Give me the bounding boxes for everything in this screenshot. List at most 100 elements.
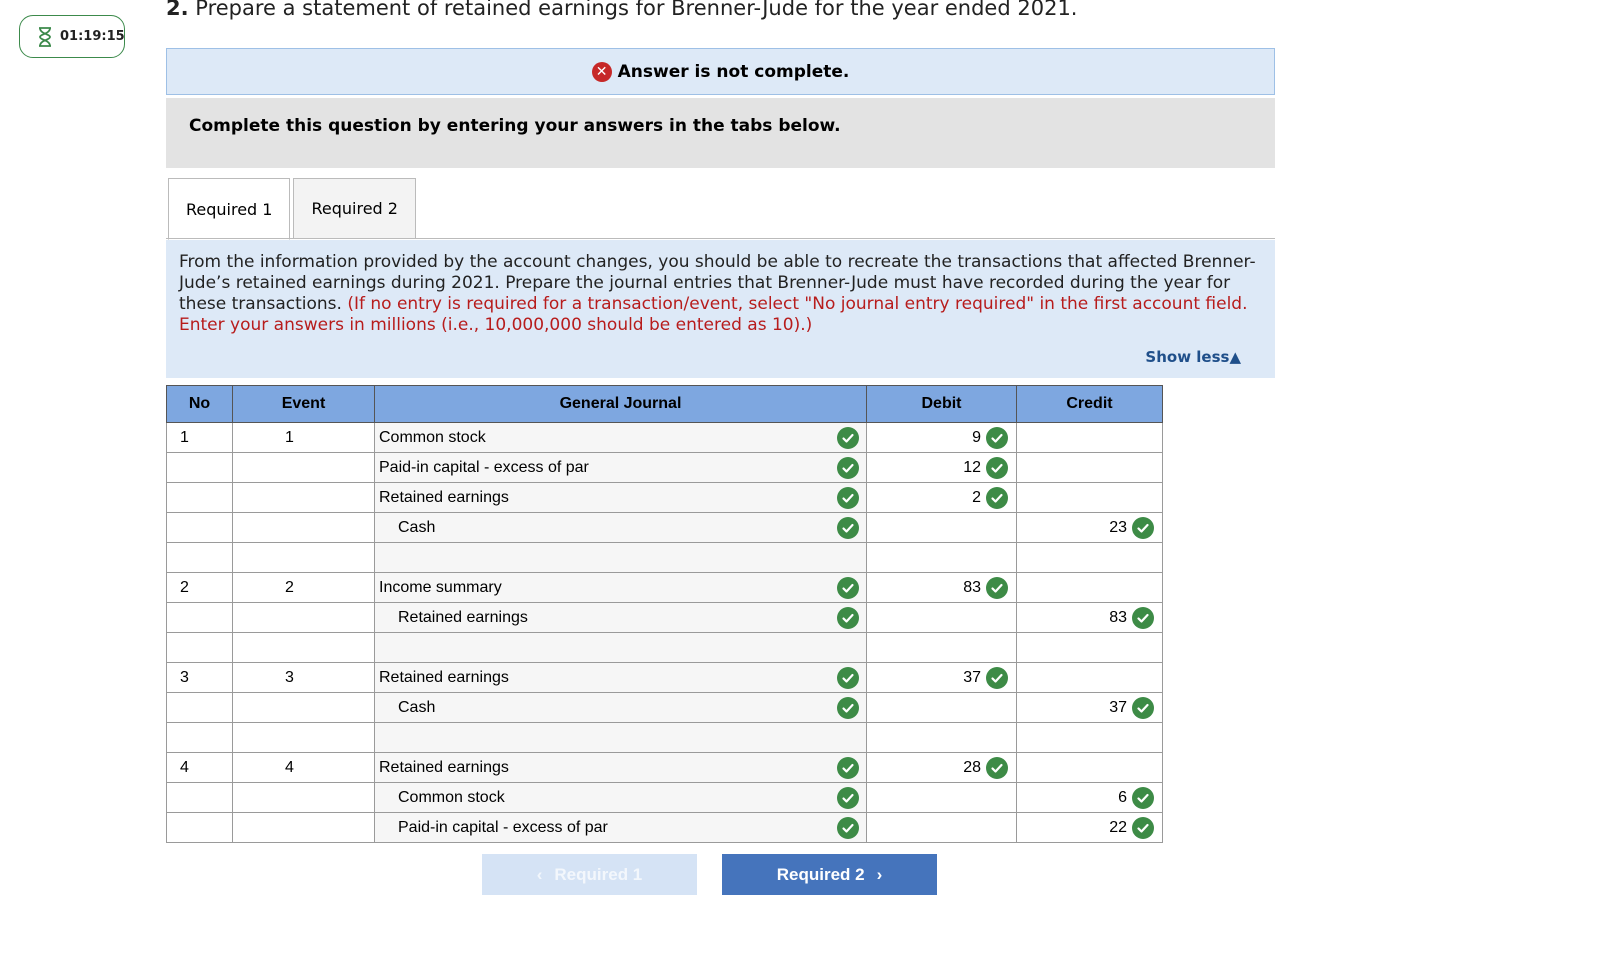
debit-value: 83 — [963, 578, 981, 596]
cell-no — [166, 782, 233, 813]
cell-debit-input[interactable]: 9 — [866, 422, 1017, 453]
cell-debit-input[interactable]: 2 — [866, 482, 1017, 513]
tab-divider — [166, 238, 1275, 239]
table-row: 1 1 Common stock 9 — [166, 422, 1163, 453]
cell-account-select[interactable] — [374, 632, 867, 663]
account-name: Income summary — [379, 578, 502, 596]
cell-credit-input[interactable]: 22 — [1016, 812, 1163, 843]
cell-no — [166, 812, 233, 843]
cell-account-select[interactable] — [374, 722, 867, 753]
cell-no — [166, 452, 233, 483]
cell-credit-input[interactable] — [1016, 482, 1163, 513]
account-name: Common stock — [379, 428, 486, 446]
tab-bar: Required 1 Required 2 — [168, 178, 416, 240]
cell-event — [232, 512, 375, 543]
check-icon — [1132, 516, 1154, 539]
cell-event — [232, 812, 375, 843]
cell-event — [232, 452, 375, 483]
cell-no — [166, 722, 233, 753]
account-name: Retained earnings — [379, 758, 509, 776]
cell-account-select[interactable]: Income summary — [374, 572, 867, 603]
journal-table: No Event General Journal Debit Credit 11… — [166, 385, 1163, 843]
cell-event — [232, 542, 375, 573]
tab-required-2[interactable]: Required 2 — [293, 178, 416, 239]
cell-account-select[interactable]: Retained earnings — [374, 662, 867, 693]
cell-debit-input[interactable] — [866, 602, 1017, 633]
cell-account-select[interactable]: Paid-in capital - excess of par — [374, 812, 867, 843]
cell-debit-input[interactable] — [866, 692, 1017, 723]
header-event: Event — [232, 385, 375, 423]
answer-status-text: Answer is not complete. — [617, 61, 850, 82]
account-name: Cash — [398, 518, 436, 536]
header-credit: Credit — [1016, 385, 1163, 423]
cell-credit-input[interactable] — [1016, 542, 1163, 573]
cell-no — [166, 692, 233, 723]
account-name: Paid-in capital - excess of par — [398, 818, 608, 836]
cell-debit-input[interactable] — [866, 632, 1017, 663]
cell-debit-input[interactable] — [866, 542, 1017, 573]
table-row: Cash 23 — [166, 512, 1163, 543]
timer-badge[interactable]: 01:19:15 — [19, 15, 125, 58]
cell-account-select[interactable]: Common stock — [374, 422, 867, 453]
credit-value: 23 — [1109, 518, 1127, 536]
cell-account-select[interactable]: Retained earnings — [374, 482, 867, 513]
check-icon — [837, 757, 859, 779]
cell-event — [232, 722, 375, 753]
table-row: Common stock 6 — [166, 782, 1163, 813]
account-name: Retained earnings — [379, 488, 509, 506]
cell-account-select[interactable]: Cash — [374, 512, 867, 543]
table-row — [166, 632, 1163, 663]
cell-account-select[interactable] — [374, 542, 867, 573]
cell-credit-input[interactable] — [1016, 572, 1163, 603]
prev-required-button[interactable]: ‹ Required 1 — [482, 854, 697, 895]
check-icon — [986, 756, 1008, 779]
cell-credit-input[interactable] — [1016, 452, 1163, 483]
table-row: Paid-in capital - excess of par 12 — [166, 452, 1163, 483]
cell-account-select[interactable]: Retained earnings — [374, 602, 867, 633]
account-name: Cash — [398, 698, 436, 716]
check-icon — [837, 427, 859, 449]
cell-debit-input[interactable]: 12 — [866, 452, 1017, 483]
check-icon — [837, 787, 859, 809]
next-button-label: Required 2 — [776, 864, 865, 884]
next-required-button[interactable]: Required 2 › — [722, 854, 937, 895]
cell-debit-input[interactable]: 28 — [866, 752, 1017, 783]
cell-no — [166, 542, 233, 573]
cell-credit-input[interactable]: 23 — [1016, 512, 1163, 543]
hourglass-icon — [38, 26, 52, 47]
cell-debit-input[interactable] — [866, 782, 1017, 813]
check-icon — [837, 817, 859, 839]
cell-account-select[interactable]: Cash — [374, 692, 867, 723]
cell-debit-input[interactable] — [866, 512, 1017, 543]
cell-credit-input[interactable]: 83 — [1016, 602, 1163, 633]
check-icon — [986, 666, 1008, 689]
table-row: 3 3 Retained earnings 37 — [166, 662, 1163, 693]
question-number: 2. — [166, 0, 189, 20]
cell-account-select[interactable]: Paid-in capital - excess of par — [374, 452, 867, 483]
instructions-text: Complete this question by entering your … — [189, 116, 841, 136]
cell-credit-input[interactable] — [1016, 632, 1163, 663]
credit-value: 37 — [1109, 698, 1127, 716]
cell-credit-input[interactable] — [1016, 422, 1163, 453]
cell-credit-input[interactable]: 6 — [1016, 782, 1163, 813]
cell-debit-input[interactable]: 37 — [866, 662, 1017, 693]
cell-account-select[interactable]: Common stock — [374, 782, 867, 813]
cell-credit-input[interactable]: 37 — [1016, 692, 1163, 723]
cell-account-select[interactable]: Retained earnings — [374, 752, 867, 783]
cell-no — [166, 482, 233, 513]
cell-no — [166, 512, 233, 543]
tab-required-1[interactable]: Required 1 — [168, 178, 291, 240]
table-row: 2 2 Income summary 83 — [166, 572, 1163, 603]
cell-credit-input[interactable] — [1016, 722, 1163, 753]
table-row: 4 4 Retained earnings 28 — [166, 752, 1163, 783]
table-row: Paid-in capital - excess of par 22 — [166, 812, 1163, 843]
check-icon — [837, 697, 859, 719]
cell-credit-input[interactable] — [1016, 662, 1163, 693]
cell-debit-input[interactable] — [866, 722, 1017, 753]
check-icon — [1132, 606, 1154, 629]
cell-debit-input[interactable]: 83 — [866, 572, 1017, 603]
cell-credit-input[interactable] — [1016, 752, 1163, 783]
check-icon — [1132, 786, 1154, 809]
cell-debit-input[interactable] — [866, 812, 1017, 843]
show-less-link[interactable]: Show less▲ — [1145, 347, 1241, 368]
